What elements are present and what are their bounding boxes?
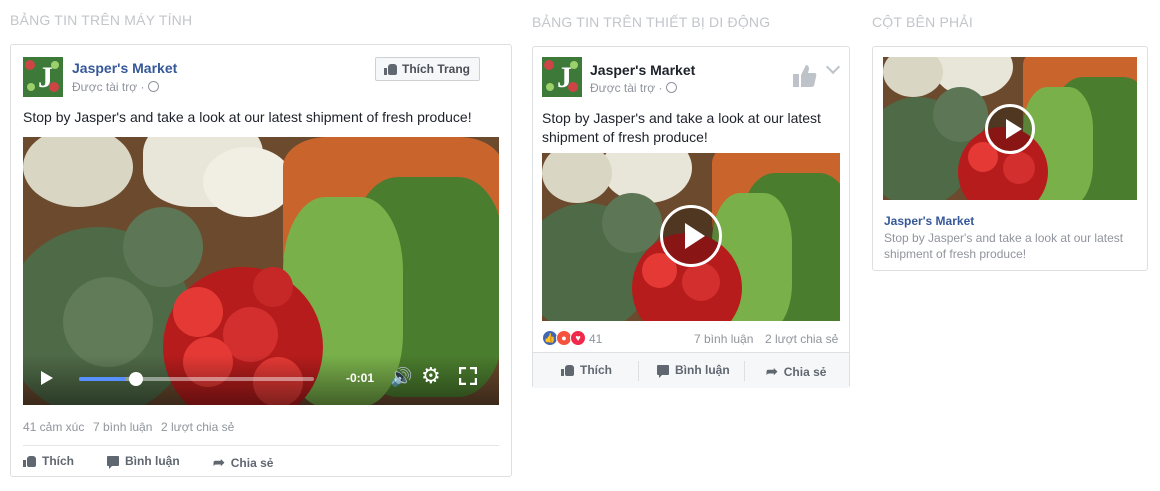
- reaction-count[interactable]: 41 cảm xúc: [23, 420, 84, 434]
- action-separator: [638, 361, 639, 381]
- page-name-link[interactable]: Jasper's Market: [590, 62, 695, 78]
- like-page-label: Thích Trang: [402, 62, 471, 76]
- sponsored-label: Được tài trợ ·: [590, 81, 678, 95]
- share-arrow-icon: ➦: [213, 454, 225, 470]
- share-button[interactable]: ➦ Chia sẻ: [213, 454, 273, 471]
- action-bar: Thích Bình luận ➦ Chia sẻ: [533, 352, 849, 388]
- section-title-mobile: BẢNG TIN TRÊN THIẾT BỊ DI ĐỘNG: [532, 14, 771, 30]
- section-title-desktop: BẢNG TIN TRÊN MÁY TÍNH: [10, 12, 193, 28]
- seek-bar[interactable]: [79, 372, 314, 386]
- ad-title-link[interactable]: Jasper's Market: [884, 214, 974, 228]
- comment-count[interactable]: 7 bình luận: [93, 420, 152, 434]
- like-page-button[interactable]: Thích Trang: [375, 57, 480, 81]
- share-arrow-icon: ➦: [766, 363, 778, 379]
- globe-icon: [148, 81, 160, 92]
- action-separator: [744, 361, 745, 381]
- play-button[interactable]: [660, 205, 722, 267]
- like-label: Thích: [580, 363, 612, 377]
- post-text: Stop by Jasper's and take a look at our …: [542, 110, 821, 145]
- seek-handle[interactable]: [129, 372, 143, 386]
- share-count[interactable]: 2 lượt chia sẻ: [161, 420, 234, 434]
- thumbs-up-icon: [384, 63, 397, 75]
- stats-divider: [23, 445, 499, 446]
- page-name-link[interactable]: Jasper's Market: [72, 60, 177, 76]
- ad-description: Stop by Jasper's and take a look at our …: [884, 231, 1124, 261]
- comment-button[interactable]: Bình luận: [657, 363, 730, 378]
- right-column-ad-card: Jasper's Market Stop by Jasper's and tak…: [872, 46, 1148, 271]
- sponsored-label: Được tài trợ ·: [72, 80, 160, 94]
- fullscreen-icon[interactable]: [458, 366, 478, 386]
- thumbs-up-icon: [23, 455, 36, 467]
- reaction-count[interactable]: 41: [589, 332, 602, 346]
- like-button[interactable]: Thích: [23, 454, 74, 468]
- like-page-thumb-icon[interactable]: [792, 63, 818, 89]
- video-time: -0:01: [346, 371, 375, 385]
- page-logo[interactable]: J: [23, 57, 63, 97]
- chevron-down-icon[interactable]: [825, 59, 841, 75]
- post-text: Stop by Jasper's and take a look at our …: [23, 109, 472, 125]
- love-reaction-icon: ♥: [570, 330, 586, 346]
- globe-icon: [666, 82, 678, 93]
- comment-count[interactable]: 7 bình luận: [694, 332, 753, 346]
- comment-icon: [657, 365, 669, 378]
- settings-gear-icon[interactable]: ⚙: [421, 363, 441, 389]
- thumbs-up-icon: [561, 364, 574, 376]
- seek-bar-progress: [79, 377, 126, 381]
- share-label: Chia sẻ: [783, 364, 827, 379]
- comment-icon: [107, 456, 119, 469]
- comment-label: Bình luận: [675, 363, 730, 377]
- share-button[interactable]: ➦ Chia sẻ: [766, 363, 826, 380]
- video-player[interactable]: -0:01 🔊 ⚙: [23, 137, 499, 405]
- desktop-post-card: J Jasper's Market Được tài trợ · Thích T…: [10, 44, 512, 477]
- volume-icon[interactable]: 🔊: [390, 367, 412, 388]
- video-thumbnail[interactable]: [542, 153, 840, 321]
- mobile-post-card: J Jasper's Market Được tài trợ · Stop by…: [532, 46, 850, 388]
- play-icon[interactable]: [41, 371, 53, 385]
- share-count[interactable]: 2 lượt chia sẻ: [765, 332, 838, 346]
- section-title-right-column: CỘT BÊN PHẢI: [872, 14, 973, 30]
- like-button[interactable]: Thích: [561, 363, 612, 377]
- like-label: Thích: [42, 454, 74, 468]
- video-thumbnail[interactable]: [883, 57, 1137, 200]
- play-button[interactable]: [985, 104, 1035, 154]
- comment-label: Bình luận: [125, 454, 180, 468]
- page-logo[interactable]: J: [542, 57, 582, 97]
- share-label: Chia sẻ: [230, 455, 274, 470]
- comment-button[interactable]: Bình luận: [107, 454, 180, 469]
